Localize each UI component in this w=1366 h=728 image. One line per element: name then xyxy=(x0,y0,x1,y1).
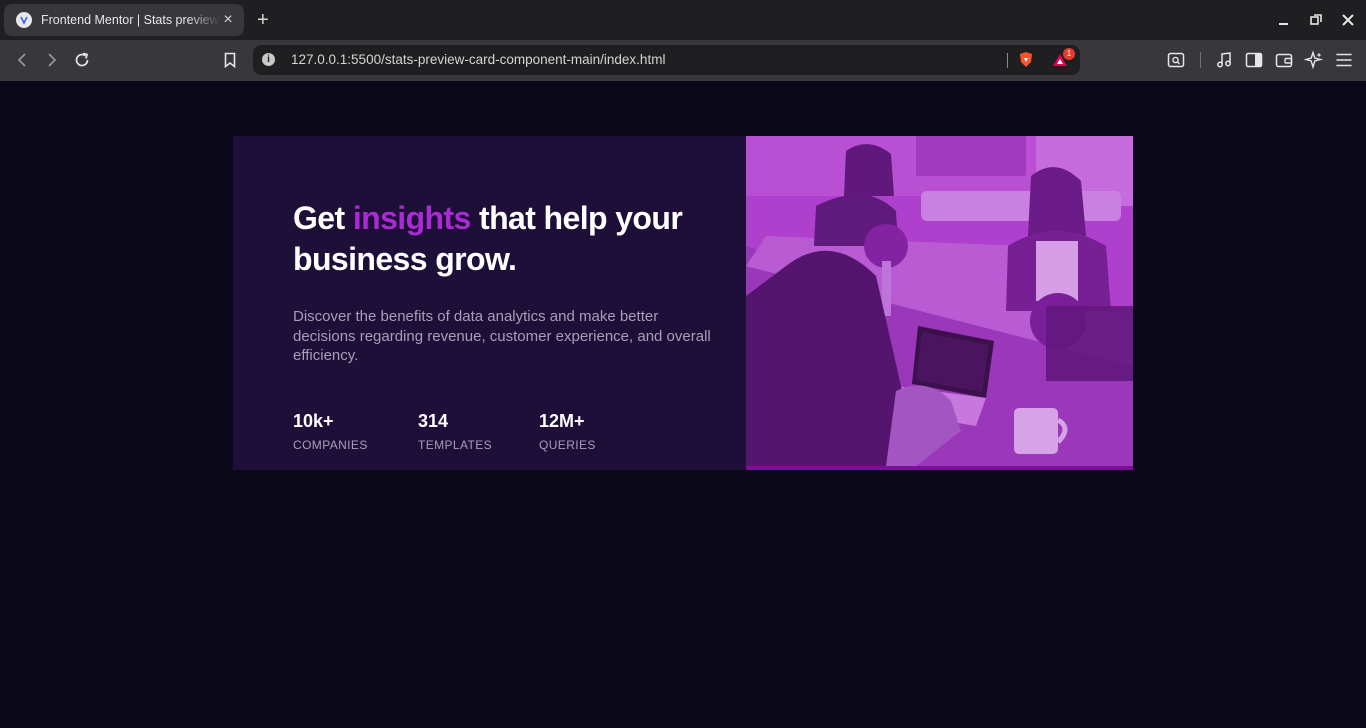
stat-templates: 314 TEMPLATES xyxy=(418,408,492,452)
restore-icon[interactable] xyxy=(1306,10,1326,30)
chevron-left-icon[interactable] xyxy=(12,50,32,70)
tab-close-icon[interactable]: × xyxy=(220,11,236,29)
notification-badge: 1 xyxy=(1063,48,1075,60)
card-headline: Get insights that help your business gro… xyxy=(293,198,713,280)
new-tab-button[interactable]: + xyxy=(257,8,269,32)
card-description: Discover the benefits of data analytics … xyxy=(293,308,711,364)
office-team-image xyxy=(746,136,1133,470)
info-icon[interactable]: i xyxy=(262,53,275,66)
tab-active[interactable]: Frontend Mentor | Stats preview card com… xyxy=(4,4,244,36)
tab-strip: Frontend Mentor | Stats preview card com… xyxy=(0,0,1366,40)
wallet-icon[interactable] xyxy=(1274,50,1294,70)
stat-label: QUERIES xyxy=(539,438,596,452)
chevron-right-icon[interactable] xyxy=(42,50,62,70)
stats-row: 10k+ COMPANIES 314 TEMPLATES 12M+ QUERIE… xyxy=(293,408,713,468)
stat-companies: 10k+ COMPANIES xyxy=(293,408,368,452)
search-page-icon[interactable] xyxy=(1166,50,1186,70)
address-bar[interactable]: i 127.0.0.1:5500/stats-preview-card-comp… xyxy=(253,45,1080,75)
stat-label: COMPANIES xyxy=(293,438,368,452)
stat-value: 10k+ xyxy=(293,411,334,431)
minimize-icon[interactable] xyxy=(1274,10,1294,30)
close-window-icon[interactable] xyxy=(1338,10,1358,30)
window-controls xyxy=(1274,10,1358,30)
reload-icon[interactable] xyxy=(72,50,92,70)
stat-value: 12M+ xyxy=(539,411,585,431)
headline-accent: insights xyxy=(352,200,471,236)
sidebar-icon[interactable] xyxy=(1244,50,1264,70)
toolbar-divider xyxy=(1200,52,1201,68)
stat-value: 314 xyxy=(418,411,449,431)
brave-shield-icon[interactable] xyxy=(1016,50,1036,70)
address-divider xyxy=(1007,53,1008,68)
url-text[interactable]: 127.0.0.1:5500/stats-preview-card-compon… xyxy=(291,52,665,67)
hamburger-menu-icon[interactable] xyxy=(1334,50,1354,70)
headline-start: Get xyxy=(293,200,353,236)
music-note-icon[interactable] xyxy=(1214,50,1234,70)
stats-preview-card: Get insights that help your business gro… xyxy=(233,136,1133,470)
frontend-mentor-favicon-icon xyxy=(16,12,32,28)
tab-title: Frontend Mentor | Stats preview card com… xyxy=(41,13,220,27)
card-content: Get insights that help your business gro… xyxy=(293,198,713,452)
bookmark-icon[interactable] xyxy=(220,50,240,70)
leo-ai-icon[interactable] xyxy=(1303,50,1324,70)
stat-queries: 12M+ QUERIES xyxy=(539,408,596,452)
stat-label: TEMPLATES xyxy=(418,438,493,452)
